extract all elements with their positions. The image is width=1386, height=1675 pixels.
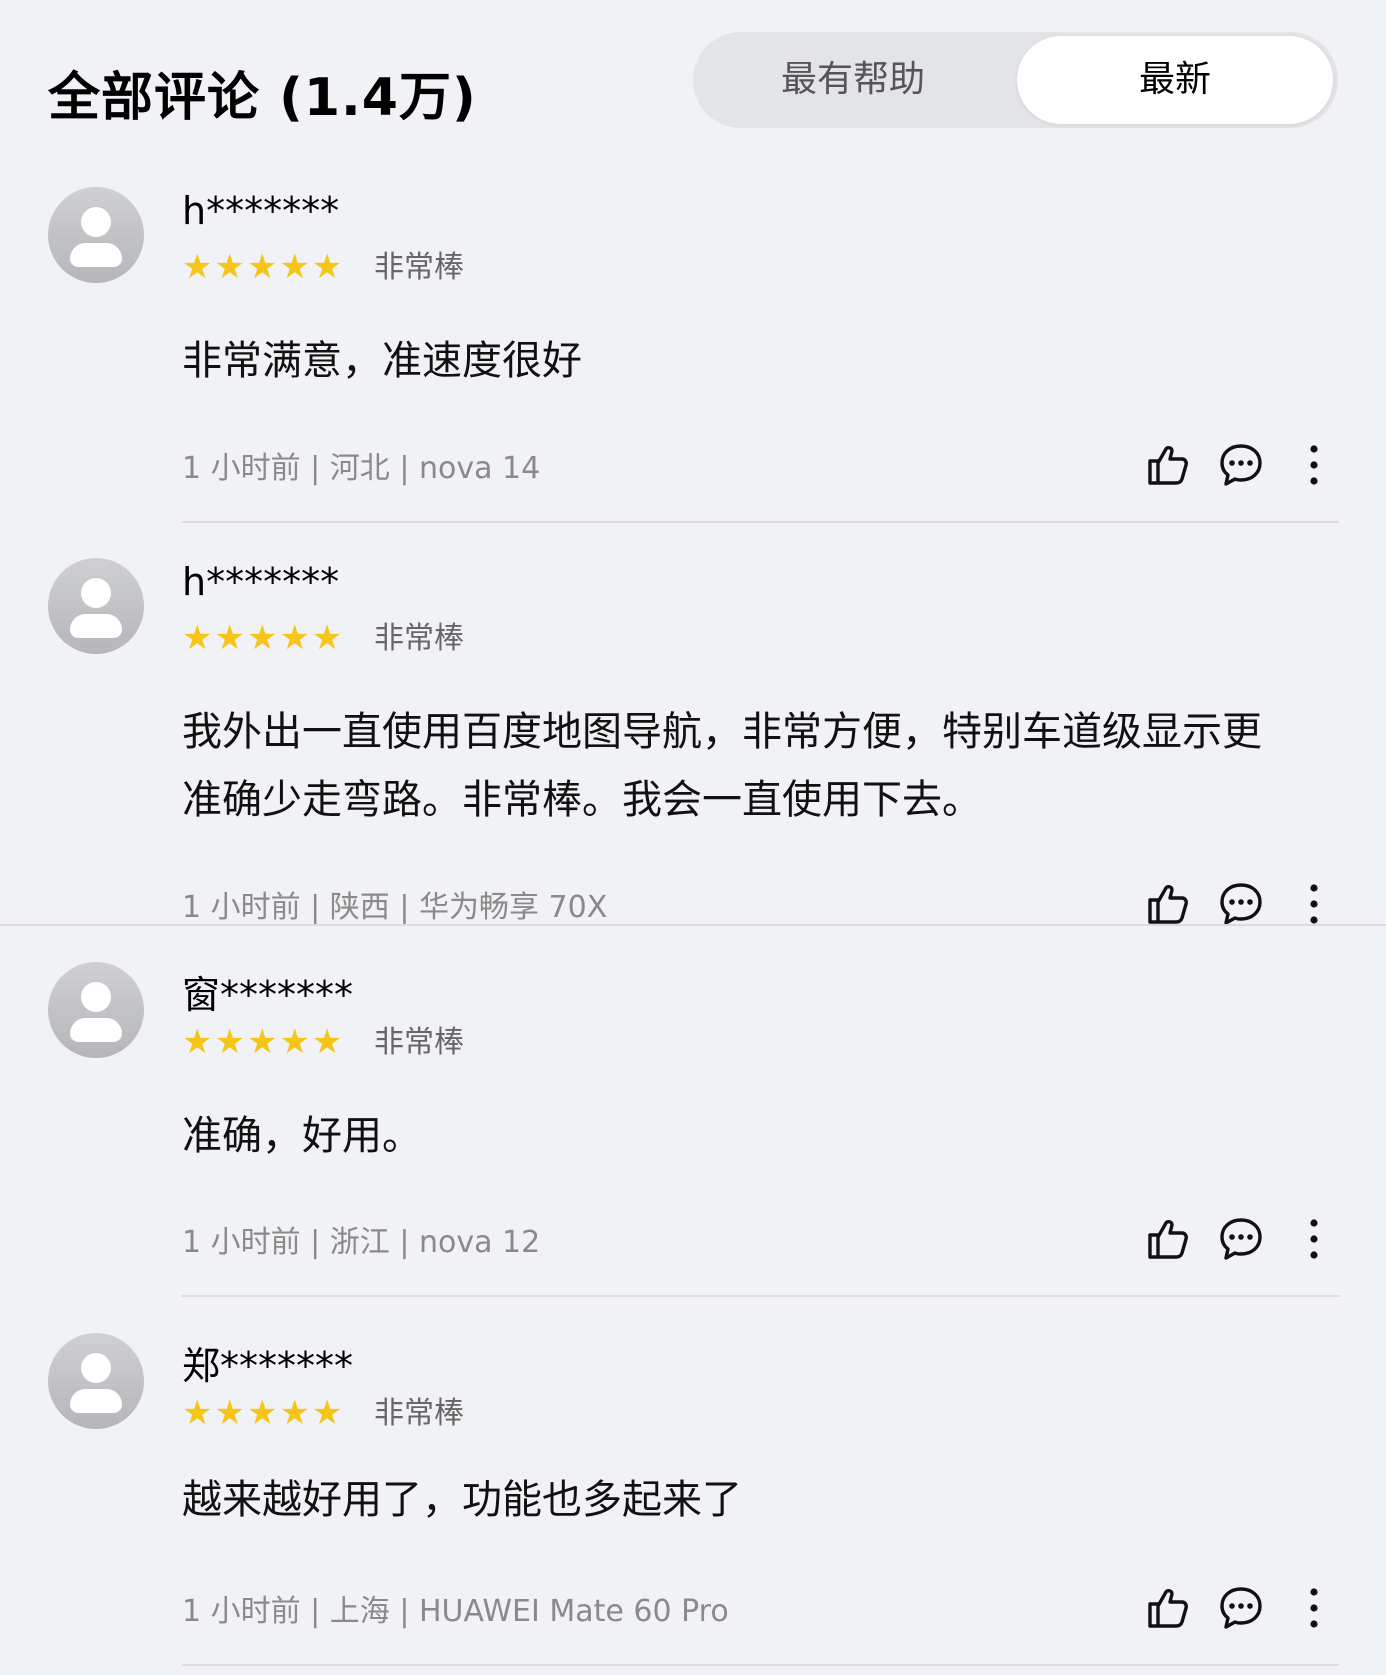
review-username: 窗******* bbox=[182, 973, 354, 1017]
comment-icon[interactable] bbox=[1217, 1584, 1265, 1632]
review-text-line: 我外出一直使用百度地图导航，非常方便，特别车道级显示更 bbox=[182, 709, 1262, 755]
comment-icon[interactable] bbox=[1217, 880, 1265, 928]
more-vertical-icon[interactable] bbox=[1290, 1215, 1338, 1263]
review-username: 郑******* bbox=[182, 1344, 354, 1388]
rating-label: 非常棒 bbox=[374, 250, 464, 285]
comment-icon[interactable] bbox=[1217, 441, 1265, 489]
avatar bbox=[48, 1333, 144, 1429]
reviews-header: 全部评论 (1.4万) 最有帮助 最新 bbox=[0, 0, 1386, 170]
review-meta: 1 小时前 | 陕西 | 华为畅享 70X bbox=[182, 890, 608, 925]
more-vertical-icon[interactable] bbox=[1290, 441, 1338, 489]
review-text-line: 非常满意，准速度很好 bbox=[182, 338, 582, 384]
review-text-line: 准确，好用。 bbox=[182, 1113, 422, 1159]
review-content: 越来越好用了，功能也多起来了 bbox=[182, 1466, 1342, 1534]
star-rating: ★★★★★ bbox=[182, 247, 345, 287]
review-text-line: 越来越好用了，功能也多起来了 bbox=[182, 1477, 742, 1523]
star-rating: ★★★★★ bbox=[182, 1393, 345, 1433]
review-content: 准确，好用。 bbox=[182, 1102, 1342, 1170]
rating-label: 非常棒 bbox=[374, 1396, 464, 1431]
avatar bbox=[48, 962, 144, 1058]
review-divider bbox=[182, 1664, 1339, 1666]
rating-label: 非常棒 bbox=[374, 621, 464, 656]
review-divider bbox=[182, 521, 1339, 523]
comment-icon[interactable] bbox=[1217, 1215, 1265, 1263]
star-rating: ★★★★★ bbox=[182, 1022, 345, 1062]
more-vertical-icon[interactable] bbox=[1290, 880, 1338, 928]
sort-segmented-control: 最有帮助 最新 bbox=[693, 32, 1338, 128]
review-text-line: 准确少走弯路。非常棒。我会一直使用下去。 bbox=[182, 777, 982, 823]
review-divider bbox=[182, 1295, 1339, 1297]
thumbs-up-icon[interactable] bbox=[1144, 1584, 1192, 1632]
review-meta: 1 小时前 | 河北 | nova 14 bbox=[182, 451, 541, 486]
tab-newest[interactable]: 最新 bbox=[1017, 36, 1333, 124]
thumbs-up-icon[interactable] bbox=[1144, 880, 1192, 928]
review-username: h******* bbox=[182, 189, 340, 233]
more-vertical-icon[interactable] bbox=[1290, 1584, 1338, 1632]
review-meta: 1 小时前 | 上海 | HUAWEI Mate 60 Pro bbox=[182, 1594, 729, 1629]
review-content: 非常满意，准速度很好 bbox=[182, 327, 1342, 395]
review-meta: 1 小时前 | 浙江 | nova 12 bbox=[182, 1225, 541, 1260]
star-rating: ★★★★★ bbox=[182, 618, 345, 658]
review-username: h******* bbox=[182, 560, 340, 604]
avatar bbox=[48, 187, 144, 283]
review-content: 我外出一直使用百度地图导航，非常方便，特别车道级显示更 准确少走弯路。非常棒。我… bbox=[182, 698, 1342, 834]
thumbs-up-icon[interactable] bbox=[1144, 1215, 1192, 1263]
rating-label: 非常棒 bbox=[374, 1025, 464, 1060]
page-title: 全部评论 (1.4万) bbox=[48, 68, 477, 128]
avatar bbox=[48, 558, 144, 654]
review-divider bbox=[0, 924, 1386, 926]
thumbs-up-icon[interactable] bbox=[1144, 441, 1192, 489]
tab-most-helpful[interactable]: 最有帮助 bbox=[697, 36, 1009, 124]
